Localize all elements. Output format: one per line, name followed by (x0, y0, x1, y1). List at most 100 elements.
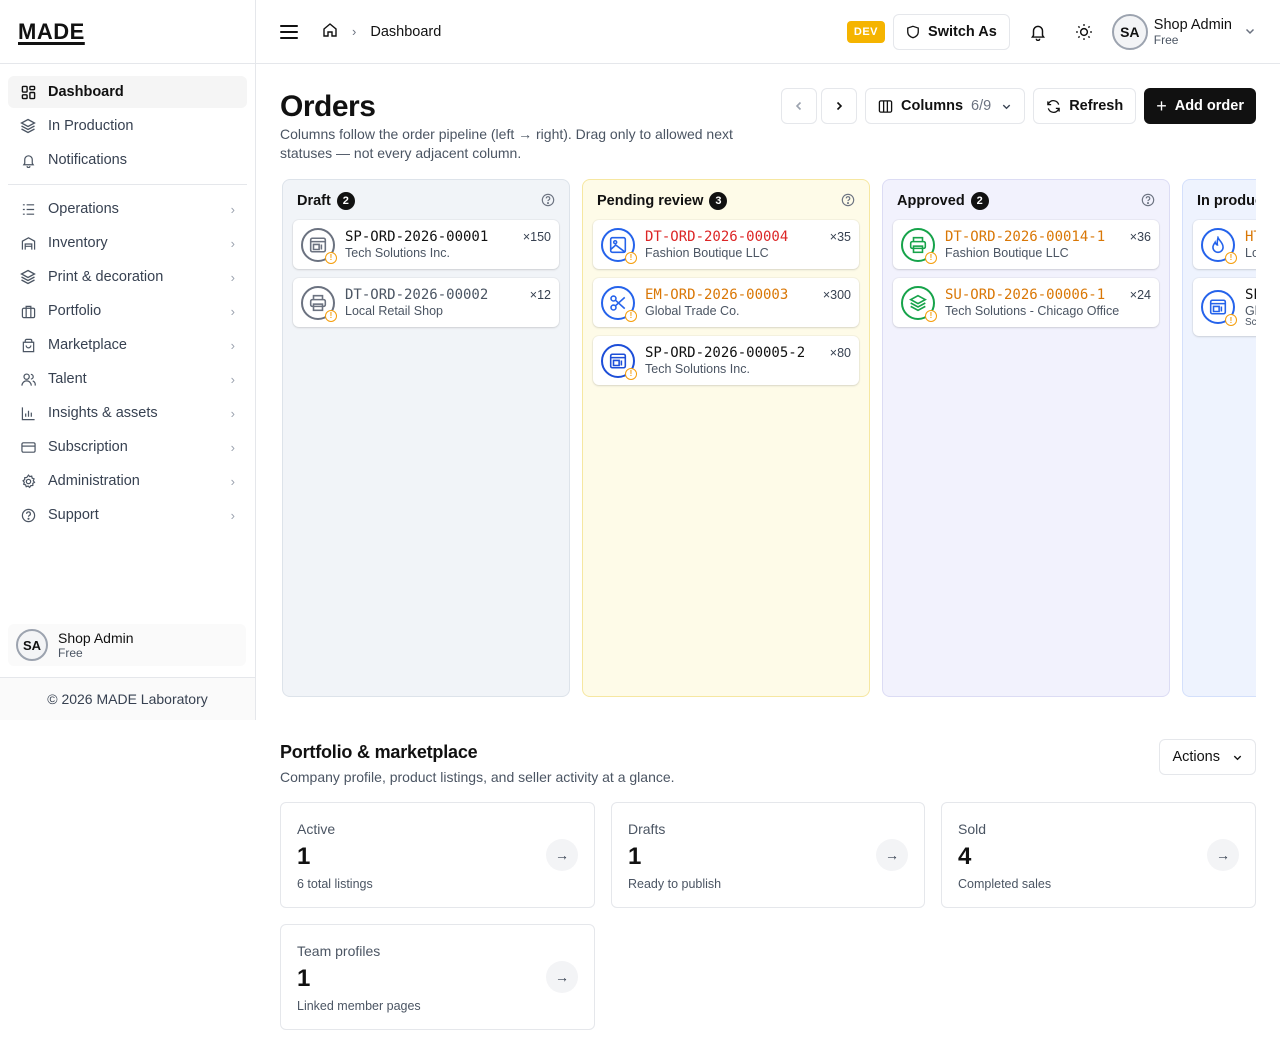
sidebar-item-support[interactable]: Support › (8, 499, 247, 531)
column-count-badge: 3 (709, 192, 728, 210)
sidebar-item-operations[interactable]: Operations › (8, 193, 247, 225)
app-logo[interactable]: MADE (18, 19, 85, 45)
gear-icon (20, 473, 36, 489)
order-decoration: Scr (1245, 316, 1256, 328)
sidebar-item-label: In Production (48, 118, 134, 134)
arrow-right-icon[interactable]: → (546, 839, 578, 871)
refresh-button[interactable]: Refresh (1033, 88, 1137, 124)
chevron-down-icon (1001, 101, 1012, 112)
order-card[interactable]: ! SU-ORD-2026-00006-1 Tech Solutions - Chi… (893, 278, 1159, 327)
order-card[interactable]: ! SPGlScr (1193, 278, 1256, 336)
help-icon[interactable] (541, 193, 555, 210)
sun-icon[interactable] (1066, 14, 1102, 50)
actions-dropdown[interactable]: Actions (1159, 739, 1256, 775)
order-customer: Local Retail Shop (345, 304, 443, 318)
scroll-right-button[interactable] (821, 88, 857, 124)
sidebar-nav: Dashboard In Production Notifications Op… (0, 64, 255, 531)
sidebar-item-label: Support (48, 507, 99, 523)
warning-icon: ! (1225, 251, 1237, 264)
sidebar-item-portfolio[interactable]: Portfolio › (8, 295, 247, 327)
order-card[interactable]: ! DT-ORD-2026-00002 Local Retail Shop ×12 (293, 278, 559, 327)
column-title: In production (1197, 193, 1256, 209)
sidebar-item-print-decoration[interactable]: Print & decoration › (8, 261, 247, 293)
bar-chart-icon (20, 405, 36, 421)
user-menu[interactable]: SA Shop Admin Free (1111, 13, 1256, 50)
sidebar-item-administration[interactable]: Administration › (8, 465, 247, 497)
warning-icon: ! (925, 309, 937, 322)
menu-icon[interactable] (280, 24, 298, 39)
sidebar-item-label: Insights & assets (48, 405, 158, 421)
user-plan: Free (1153, 32, 1179, 47)
scroll-left-button[interactable] (781, 88, 817, 124)
stat-card-drafts[interactable]: Drafts 1 Ready to publish → (611, 802, 925, 908)
avatar: SA (16, 629, 48, 661)
order-card[interactable]: ! EM-ORD-2026-00003 Global Trade Co. ×300 (593, 278, 859, 327)
help-icon[interactable] (841, 193, 855, 210)
credit-card-icon (20, 439, 36, 455)
add-order-button[interactable]: + Add order (1144, 88, 1256, 124)
arrow-right-icon[interactable]: → (546, 961, 578, 993)
stat-value: 4 (958, 843, 972, 870)
chevron-right-icon: › (230, 269, 235, 285)
columns-button[interactable]: Columns 6/9 (865, 88, 1026, 124)
sidebar-item-notifications[interactable]: Notifications (8, 144, 247, 176)
order-card[interactable]: ! DT-ORD-2026-00004 Fashion Boutique LLC ×3… (593, 220, 859, 269)
sidebar-item-subscription[interactable]: Subscription › (8, 431, 247, 463)
switch-as-button[interactable]: Switch As (893, 13, 1010, 50)
stat-value: 1 (628, 843, 642, 870)
logo-bar: MADE (0, 0, 255, 64)
sidebar-item-insights-assets[interactable]: Insights & assets › (8, 397, 247, 429)
arrow-right-icon[interactable]: → (876, 839, 908, 871)
bell-icon[interactable] (1020, 14, 1056, 50)
sidebar-item-inventory[interactable]: Inventory › (8, 227, 247, 259)
sidebar-item-dashboard[interactable]: Dashboard (8, 76, 247, 108)
sidebar-user[interactable]: SA Shop Admin Free (8, 624, 246, 666)
breadcrumb: › Dashboard (322, 22, 441, 42)
help-icon[interactable] (1141, 193, 1155, 210)
stat-sub: Completed sales (958, 877, 1052, 891)
warning-icon: ! (925, 251, 937, 264)
sidebar-item-in-production[interactable]: In Production (8, 110, 247, 142)
home-icon[interactable] (322, 22, 338, 42)
sidebar-item-talent[interactable]: Talent › (8, 363, 247, 395)
arrow-right-icon[interactable]: → (1207, 839, 1239, 871)
chevron-right-icon: › (352, 24, 357, 39)
order-id: EM-ORD-2026-00003 (645, 287, 789, 303)
flame-icon: ! (1201, 227, 1237, 264)
order-customer: Tech Solutions Inc. (345, 246, 450, 260)
order-id: SP (1245, 286, 1256, 303)
chevron-right-icon: › (230, 235, 235, 251)
stat-card-team-profiles[interactable]: Team profiles 1 Linked member pages → (280, 924, 595, 1030)
layers-icon: ! (901, 285, 937, 322)
scissors-icon: ! (601, 285, 637, 322)
order-card[interactable]: ! HTLo (1193, 220, 1256, 269)
order-card[interactable]: ! SP-ORD-2026-00005-2 Tech Solutions Inc. ×… (593, 336, 859, 385)
order-quantity: ×80 (829, 346, 851, 360)
kanban-board: Draft 2! SP-ORD-2026-00001 Tech Solutions I… (282, 179, 1256, 697)
topbar-actions: DEV Switch As SA Shop Admin Free (846, 13, 1256, 50)
sidebar-item-marketplace[interactable]: Marketplace › (8, 329, 247, 361)
kanban-column-in-production: In production! HTLo! SPGlScr (1182, 179, 1256, 697)
user-name: Shop Admin (1153, 16, 1232, 33)
chevron-down-icon (1244, 24, 1256, 40)
breadcrumb-current: Dashboard (370, 23, 442, 40)
refresh-label: Refresh (1069, 98, 1124, 114)
order-id: DT-ORD-2026-00002 (345, 287, 489, 303)
stat-card-active[interactable]: Active 1 6 total listings → (280, 802, 595, 908)
image-icon: ! (601, 227, 637, 264)
chevron-right-icon (836, 101, 843, 111)
printer-icon: ! (901, 227, 937, 264)
sidebar-item-label: Inventory (48, 235, 108, 251)
order-id: DT-ORD-2026-00014-1 (945, 229, 1106, 245)
sidebar-item-label: Marketplace (48, 337, 127, 353)
sidebar-item-label: Dashboard (48, 84, 124, 100)
chevron-right-icon: › (230, 405, 235, 421)
order-card[interactable]: ! DT-ORD-2026-00014-1 Fashion Boutique LLC… (893, 220, 1159, 269)
stat-value: 1 (297, 965, 311, 992)
column-cards: ! DT-ORD-2026-00004 Fashion Boutique LLC ×3… (593, 220, 859, 385)
order-customer: Gl (1245, 303, 1256, 318)
order-id: DT-ORD-2026-00004 (645, 229, 789, 245)
stat-card-sold[interactable]: Sold 4 Completed sales → (941, 802, 1256, 908)
order-id: HT (1245, 229, 1256, 245)
order-card[interactable]: ! SP-ORD-2026-00001 Tech Solutions Inc. ×15… (293, 220, 559, 269)
